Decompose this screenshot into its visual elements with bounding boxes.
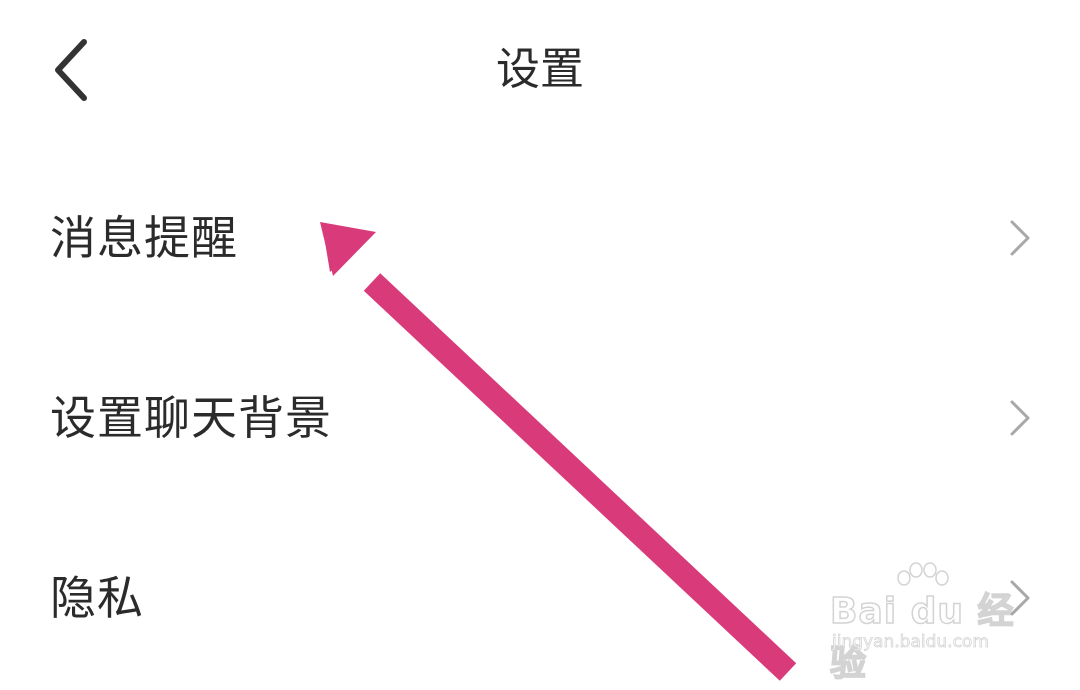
settings-item-label: 消息提醒: [50, 211, 238, 265]
settings-item-privacy[interactable]: 隐私: [0, 510, 1080, 690]
settings-item-label: 设置聊天背景: [50, 391, 332, 445]
chevron-right-icon: [1010, 400, 1030, 436]
settings-list: 消息提醒 设置聊天背景 隐私: [0, 150, 1080, 690]
chevron-right-icon: [1010, 220, 1030, 256]
header-bar: 设置: [0, 0, 1080, 150]
settings-item-label: 隐私: [50, 571, 144, 625]
page-title: 设置: [496, 44, 584, 95]
settings-item-chat-background[interactable]: 设置聊天背景: [0, 330, 1080, 510]
settings-item-message-reminder[interactable]: 消息提醒: [0, 150, 1080, 330]
chevron-right-icon: [1010, 580, 1030, 616]
